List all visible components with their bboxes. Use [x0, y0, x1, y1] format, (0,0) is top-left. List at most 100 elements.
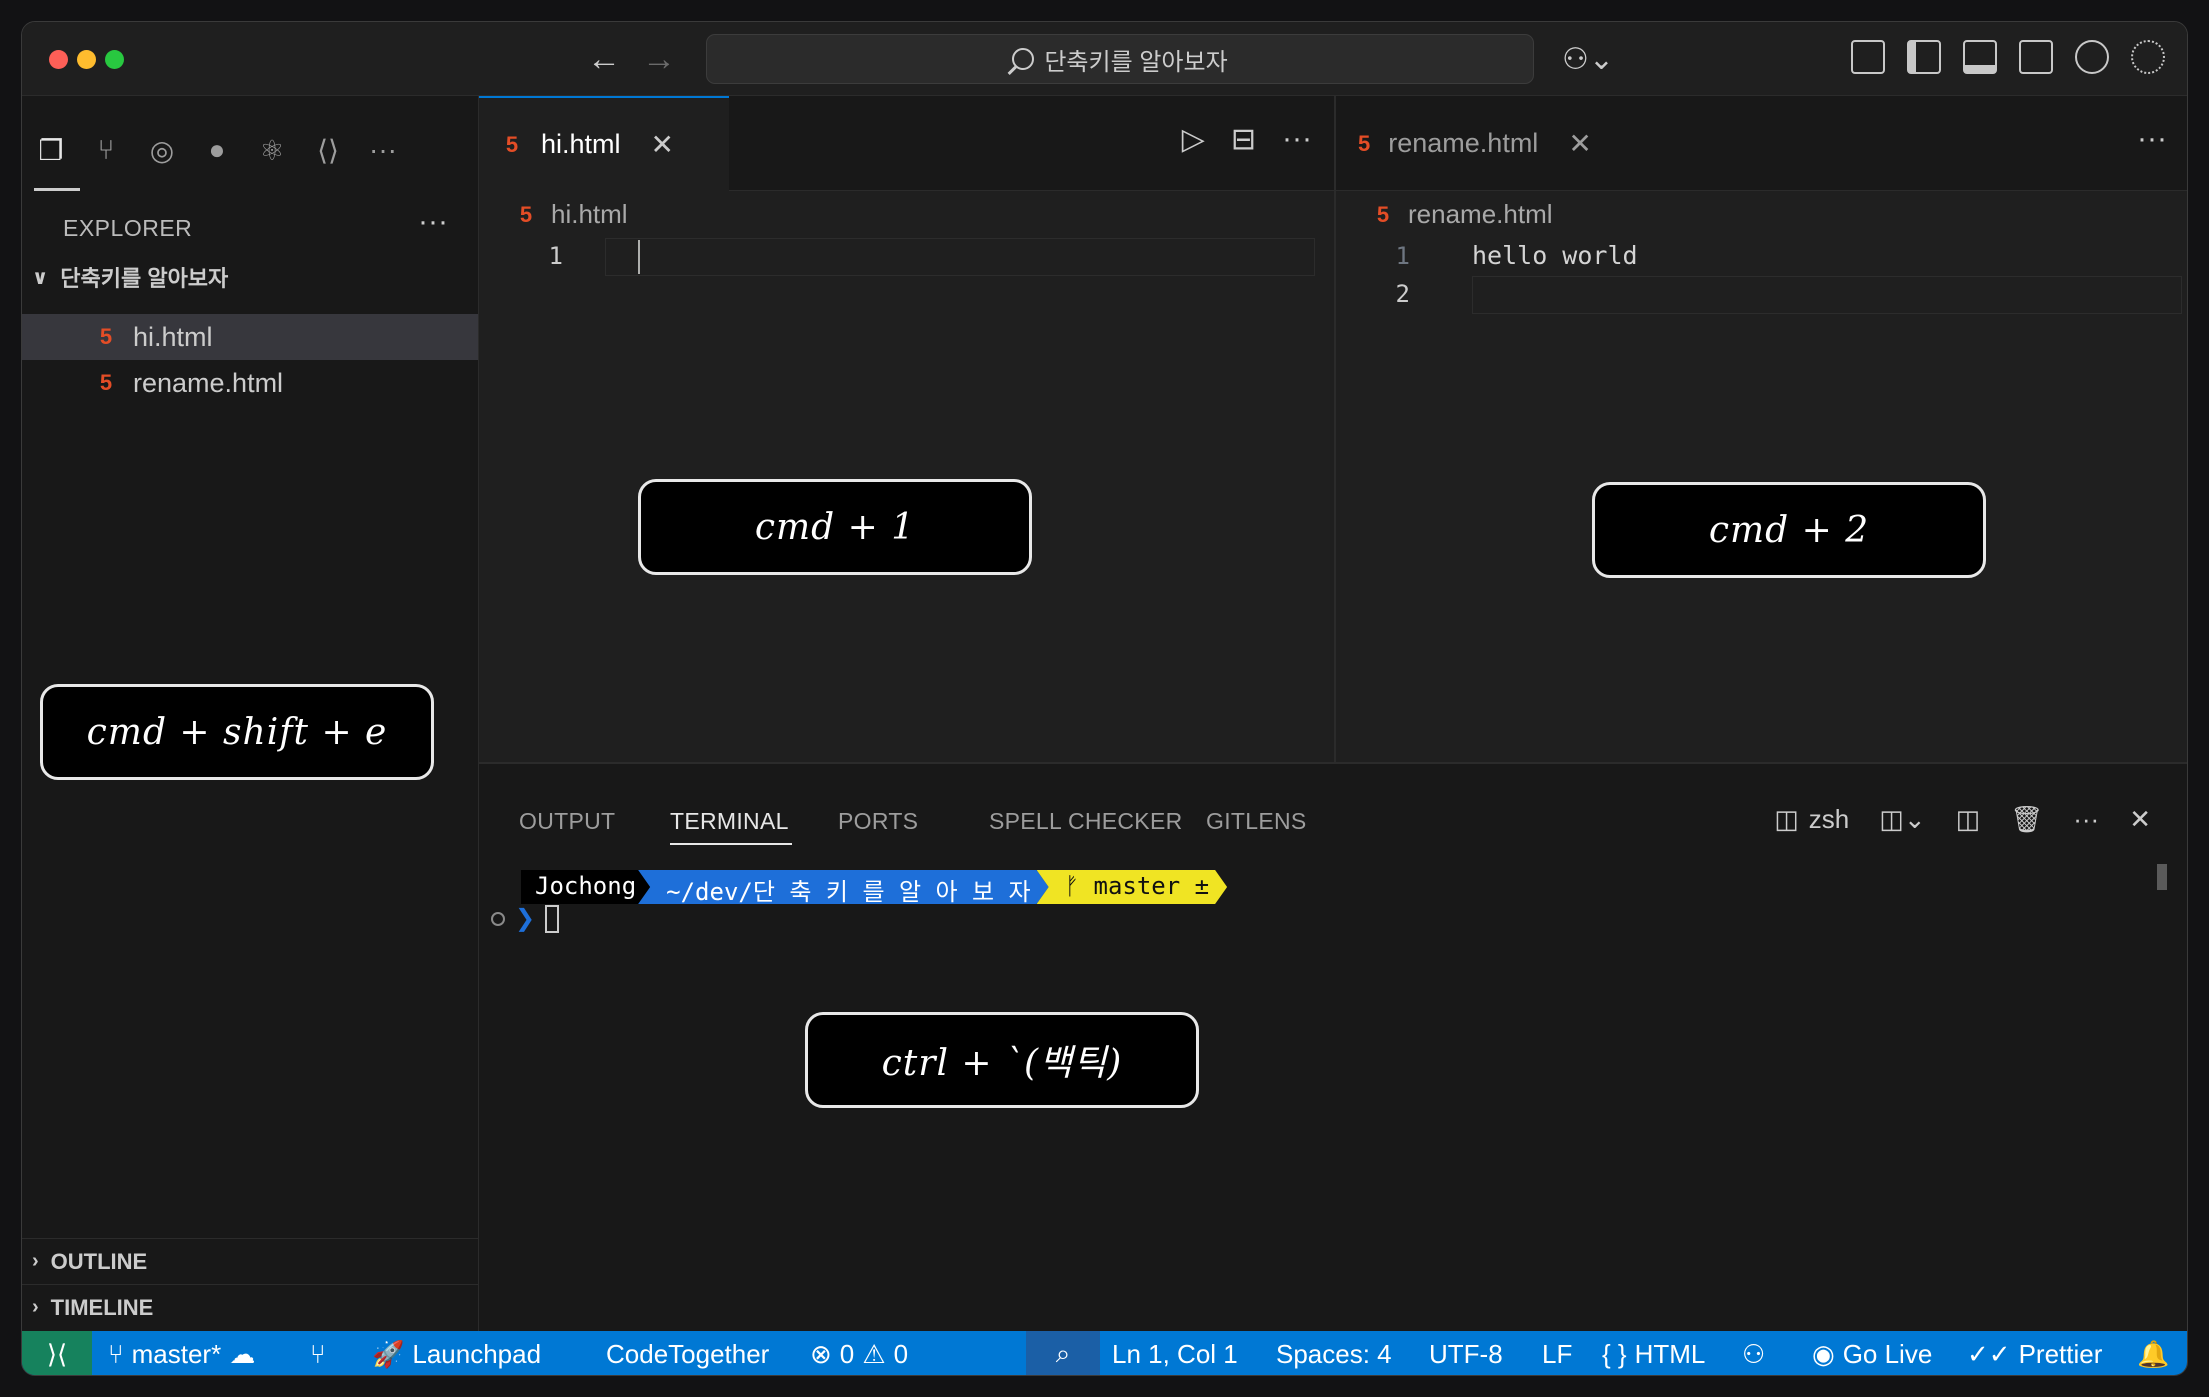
prettier-status[interactable]: ✓✓ Prettier [1967, 1331, 2103, 1375]
shortcut-label-explorer: cmd + shift + e [40, 684, 434, 780]
close-panel-icon[interactable]: ✕ [2129, 804, 2151, 835]
prompt-path: ~/dev/단 축 키 를 알 아 보 자 [638, 870, 1048, 904]
tab-output[interactable]: OUTPUT [519, 808, 615, 835]
search-text: 단축키를 알아보자 [1044, 48, 1228, 76]
folder-row[interactable]: ∨ 단축키를 알아보자 [32, 261, 228, 293]
maximize-window-button[interactable] [105, 50, 124, 69]
cursor-position[interactable]: Ln 1, Col 1 [1112, 1331, 1238, 1375]
terminal-prompt: Jochong ~/dev/단 축 키 를 알 아 보 자 ᚠ master ± [521, 870, 1227, 904]
code-icon[interactable]: ⟨⟩ [312, 134, 344, 166]
tab-label: rename.html [1388, 128, 1539, 158]
sync-cloud-icon: ☁ [229, 1338, 256, 1369]
terminal-input-line[interactable]: ❯ [491, 904, 560, 933]
tab-ports[interactable]: PORTS [838, 808, 918, 835]
source-control-icon[interactable]: ⑂ [90, 134, 122, 166]
back-arrow-icon[interactable]: ← [587, 41, 621, 77]
go-live-status[interactable]: ◉ Go Live [1812, 1331, 1932, 1375]
tab-spell-checker[interactable]: SPELL CHECKER [989, 808, 1183, 835]
minimize-window-button[interactable] [77, 50, 96, 69]
html-file-icon: 5 [99, 370, 113, 395]
timeline-section[interactable]: › TIMELINE [22, 1284, 478, 1330]
file-item-hi[interactable]: 5 hi.html [22, 314, 478, 360]
folder-name: 단축키를 알아보자 [60, 266, 229, 291]
tab-rename-html[interactable]: 5 rename.html ✕ [1336, 96, 1606, 191]
copilot-status-icon[interactable]: ⚇ [1742, 1331, 1765, 1375]
html-file-icon: 5 [505, 131, 519, 157]
explorer-more-button[interactable]: ··· [418, 205, 448, 239]
customize-layout-icon[interactable] [1851, 40, 1885, 74]
branch-status[interactable]: ⑂ master* ☁ [108, 1331, 256, 1375]
tab-gitlens[interactable]: GITLENS [1206, 808, 1307, 835]
editor-tabs: 5 hi.html ✕ ▷ ⊟ ··· [479, 96, 1334, 191]
file-item-rename[interactable]: 5 rename.html [22, 360, 478, 406]
indentation[interactable]: Spaces: 4 [1276, 1331, 1392, 1375]
html-file-icon: 5 [1376, 201, 1390, 227]
section-title: OUTLINE [50, 1248, 148, 1274]
terminal-scrollbar[interactable] [2157, 864, 2167, 890]
section-title: TIMELINE [50, 1294, 154, 1320]
explorer-icon[interactable]: ❐ [35, 134, 67, 166]
file-name: rename.html [133, 367, 284, 398]
run-icon[interactable]: ▷ [1182, 122, 1205, 157]
toggle-primary-sidebar-icon[interactable] [1907, 40, 1941, 74]
breadcrumb[interactable]: 5 hi.html [515, 199, 628, 230]
html-file-icon: 5 [519, 201, 533, 227]
zoom-icon[interactable]: ⌕ [1026, 1331, 1100, 1375]
more-actions-icon[interactable]: ··· [2073, 804, 2099, 835]
prettier-label: Prettier [2018, 1338, 2103, 1369]
activity-bar: ❐ ⑂ ◎ ● ⚛ ⟨⟩ ··· [22, 96, 479, 191]
terminal-icon: ◫ [1774, 804, 1799, 834]
new-terminal-icon[interactable]: ◫⌄ [1879, 804, 1925, 835]
tab-label: hi.html [541, 129, 621, 159]
rocket-icon: 🚀 [372, 1338, 405, 1369]
line-number: 2 [1395, 280, 1410, 308]
status-bar: ⟩⟨ ⑂ master* ☁ ⑂ 🚀 Launchpad CodeTogethe… [22, 1331, 2187, 1375]
warning-count: 0 [893, 1338, 909, 1369]
toggle-secondary-sidebar-icon[interactable] [2019, 40, 2053, 74]
braces-icon: { } [1602, 1338, 1627, 1369]
language-mode[interactable]: { } HTML [1602, 1331, 1705, 1375]
close-icon[interactable]: ✕ [651, 128, 674, 161]
bell-icon[interactable]: 🔔 [2137, 1331, 2169, 1375]
end-of-line[interactable]: LF [1542, 1331, 1572, 1375]
panel-actions: ◫ zsh ◫⌄ ◫ 🗑 ··· ✕ [1774, 804, 2151, 835]
run-debug-icon[interactable]: ◎ [146, 134, 178, 166]
problems-status[interactable]: ⊗ 0 ⚠ 0 [810, 1331, 909, 1375]
chevron-right-icon: › [32, 1296, 39, 1318]
graph-icon[interactable]: ⑂ [310, 1331, 326, 1375]
outline-section[interactable]: › OUTLINE [22, 1238, 478, 1284]
html-file-icon: 5 [99, 324, 113, 349]
more-actions-icon[interactable]: ··· [1282, 122, 1312, 157]
launchpad-status[interactable]: 🚀 Launchpad [372, 1331, 541, 1375]
toggle-panel-icon[interactable] [1963, 40, 1997, 74]
trash-icon[interactable]: 🗑 [2010, 804, 2043, 835]
tab-hi-html[interactable]: 5 hi.html ✕ [479, 96, 729, 191]
more-actions-icon[interactable]: ··· [2137, 122, 2167, 156]
gear-icon[interactable] [2131, 40, 2165, 74]
encoding[interactable]: UTF-8 [1429, 1331, 1503, 1375]
code-line[interactable]: hello world [1472, 241, 1638, 270]
breadcrumb[interactable]: 5 rename.html [1372, 199, 1553, 230]
react-icon[interactable]: ⚛ [256, 134, 288, 166]
remote-icon[interactable]: ⟩⟨ [22, 1331, 92, 1375]
copilot-icon[interactable]: ⚇⌄ [1562, 42, 1614, 77]
shortcut-label-editor2: cmd + 2 [1592, 482, 1986, 578]
terminal-cursor [545, 904, 560, 933]
codetogether-status[interactable]: CodeTogether [606, 1331, 769, 1375]
close-icon[interactable]: ✕ [1568, 127, 1591, 160]
layout-controls [1851, 40, 2165, 74]
account-icon[interactable] [2075, 40, 2109, 74]
tab-terminal[interactable]: TERMINAL [670, 808, 789, 835]
terminal-instance[interactable]: ◫ zsh [1774, 804, 1849, 835]
explorer-sidebar: EXPLORER ··· ∨ 단축키를 알아보자 5 hi.html 5 ren… [22, 191, 479, 1331]
editor-group-1: 5 hi.html ✕ ▷ ⊟ ··· 5 hi.html 1 cmd + 1 [479, 96, 1336, 762]
command-center-search[interactable]: 단축키를 알아보자 [706, 34, 1534, 84]
broadcast-icon: ◉ [1812, 1338, 1835, 1369]
close-window-button[interactable] [49, 50, 68, 69]
split-editor-icon[interactable]: ⊟ [1231, 122, 1256, 157]
prompt-arrow-icon: ❯ [515, 905, 536, 932]
more-views-icon[interactable]: ··· [367, 134, 399, 166]
forward-arrow-icon[interactable]: → [642, 41, 676, 77]
github-icon[interactable]: ● [201, 134, 233, 166]
split-terminal-icon[interactable]: ◫ [1956, 804, 1981, 835]
